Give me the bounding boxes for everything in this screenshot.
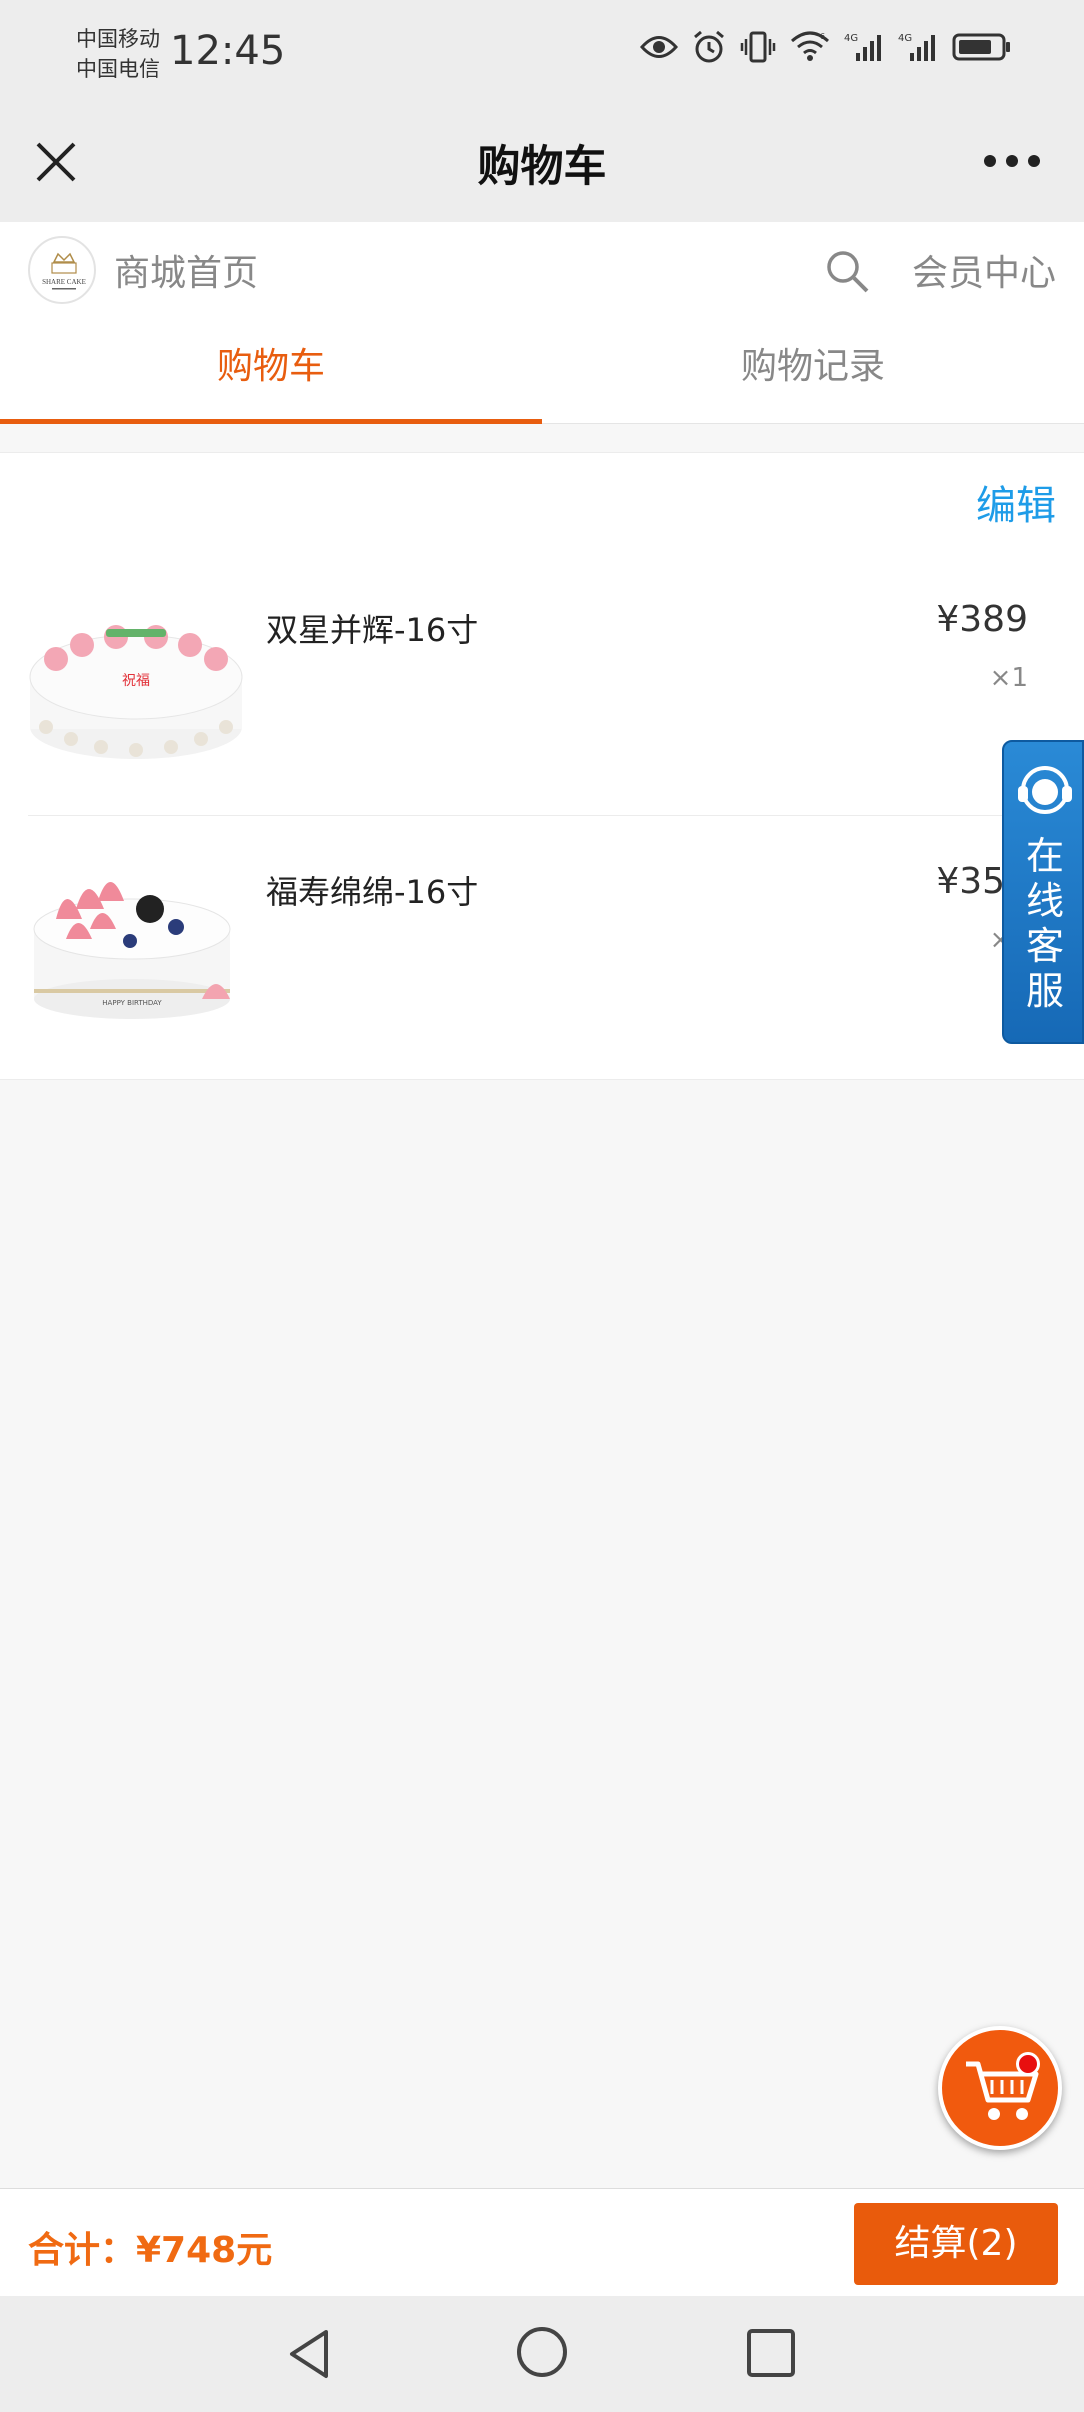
floating-cart-button[interactable]	[938, 2026, 1062, 2150]
crown-logo-icon: SHARE CAKE	[42, 252, 86, 290]
clock: 12:45	[170, 28, 286, 74]
title-bar: 购物车	[0, 104, 1084, 222]
item-price: ¥389	[936, 599, 1028, 640]
more-icon	[984, 155, 996, 167]
online-service-button[interactable]: 在线客服	[1002, 740, 1084, 1044]
member-center-link[interactable]: 会员中心	[912, 244, 1056, 296]
svg-text:SHARE CAKE: SHARE CAKE	[42, 278, 86, 286]
cart-item[interactable]: HAPPY BIRTHDAY 福寿绵绵-16寸 ¥359 ×1	[0, 819, 1084, 1081]
checkout-bar: 合计：¥748元 结算(2)	[0, 2188, 1084, 2296]
eye-icon	[640, 36, 678, 58]
tab-purchase-history[interactable]: 购物记录	[542, 316, 1084, 424]
headset-icon	[1018, 766, 1072, 814]
svg-text:HAPPY BIRTHDAY: HAPPY BIRTHDAY	[102, 999, 162, 1007]
svg-text:6: 6	[820, 32, 825, 41]
search-icon[interactable]	[824, 248, 870, 294]
tab-bar: 购物车 购物记录	[0, 316, 1084, 424]
battery-icon	[952, 33, 1010, 61]
wifi-icon: 6	[791, 31, 829, 61]
signal-4g-icon: 4G	[844, 33, 881, 61]
carrier-info: 中国移动 中国电信	[76, 24, 160, 84]
shop-home-link[interactable]: 商城首页	[114, 244, 258, 296]
online-service-label: 在线客服	[1025, 834, 1064, 1013]
status-icons: 6 4G 4G	[640, 30, 1012, 64]
svg-text:4G: 4G	[898, 33, 912, 44]
tab-cart[interactable]: 购物车	[0, 316, 542, 424]
recent-apps-icon[interactable]	[744, 2326, 798, 2380]
svg-text:祝福: 祝福	[122, 673, 150, 689]
checkout-button[interactable]: 结算(2)	[854, 2203, 1058, 2285]
item-name: 福寿绵绵-16寸	[266, 873, 479, 911]
cart-list: 编辑 祝福 双星并辉-16寸 ¥389 ×1 HAPPY BIRTHDAY 福寿…	[0, 452, 1084, 1080]
cart-item[interactable]: 祝福 双星并辉-16寸 ¥389 ×1	[0, 557, 1084, 819]
status-bar: 中国移动 中国电信 12:45 6 4G 4G	[0, 0, 1084, 104]
page-title: 购物车	[477, 142, 607, 192]
shop-logo[interactable]: SHARE CAKE	[28, 236, 96, 304]
shop-header: SHARE CAKE 商城首页 会员中心	[0, 222, 1084, 316]
item-name: 双星并辉-16寸	[266, 611, 479, 649]
back-icon[interactable]	[282, 2326, 342, 2382]
svg-text:4G: 4G	[844, 33, 858, 44]
cake-image[interactable]: 祝福	[26, 587, 246, 777]
item-quantity: ×1	[989, 663, 1028, 693]
divider	[28, 815, 1084, 816]
cake-image[interactable]: HAPPY BIRTHDAY	[26, 849, 246, 1039]
vibrate-icon	[740, 31, 776, 63]
cart-badge	[1016, 2052, 1040, 2076]
edit-button[interactable]: 编辑	[976, 473, 1056, 531]
more-button[interactable]	[984, 146, 1048, 176]
system-nav-bar	[0, 2296, 1084, 2412]
carrier-2: 中国电信	[76, 57, 160, 81]
home-icon[interactable]	[514, 2324, 570, 2380]
carrier-1: 中国移动	[76, 27, 160, 51]
total-amount: 合计：¥748元	[28, 2230, 273, 2271]
alarm-icon	[694, 30, 724, 63]
signal-4g-icon: 4G	[898, 33, 935, 61]
